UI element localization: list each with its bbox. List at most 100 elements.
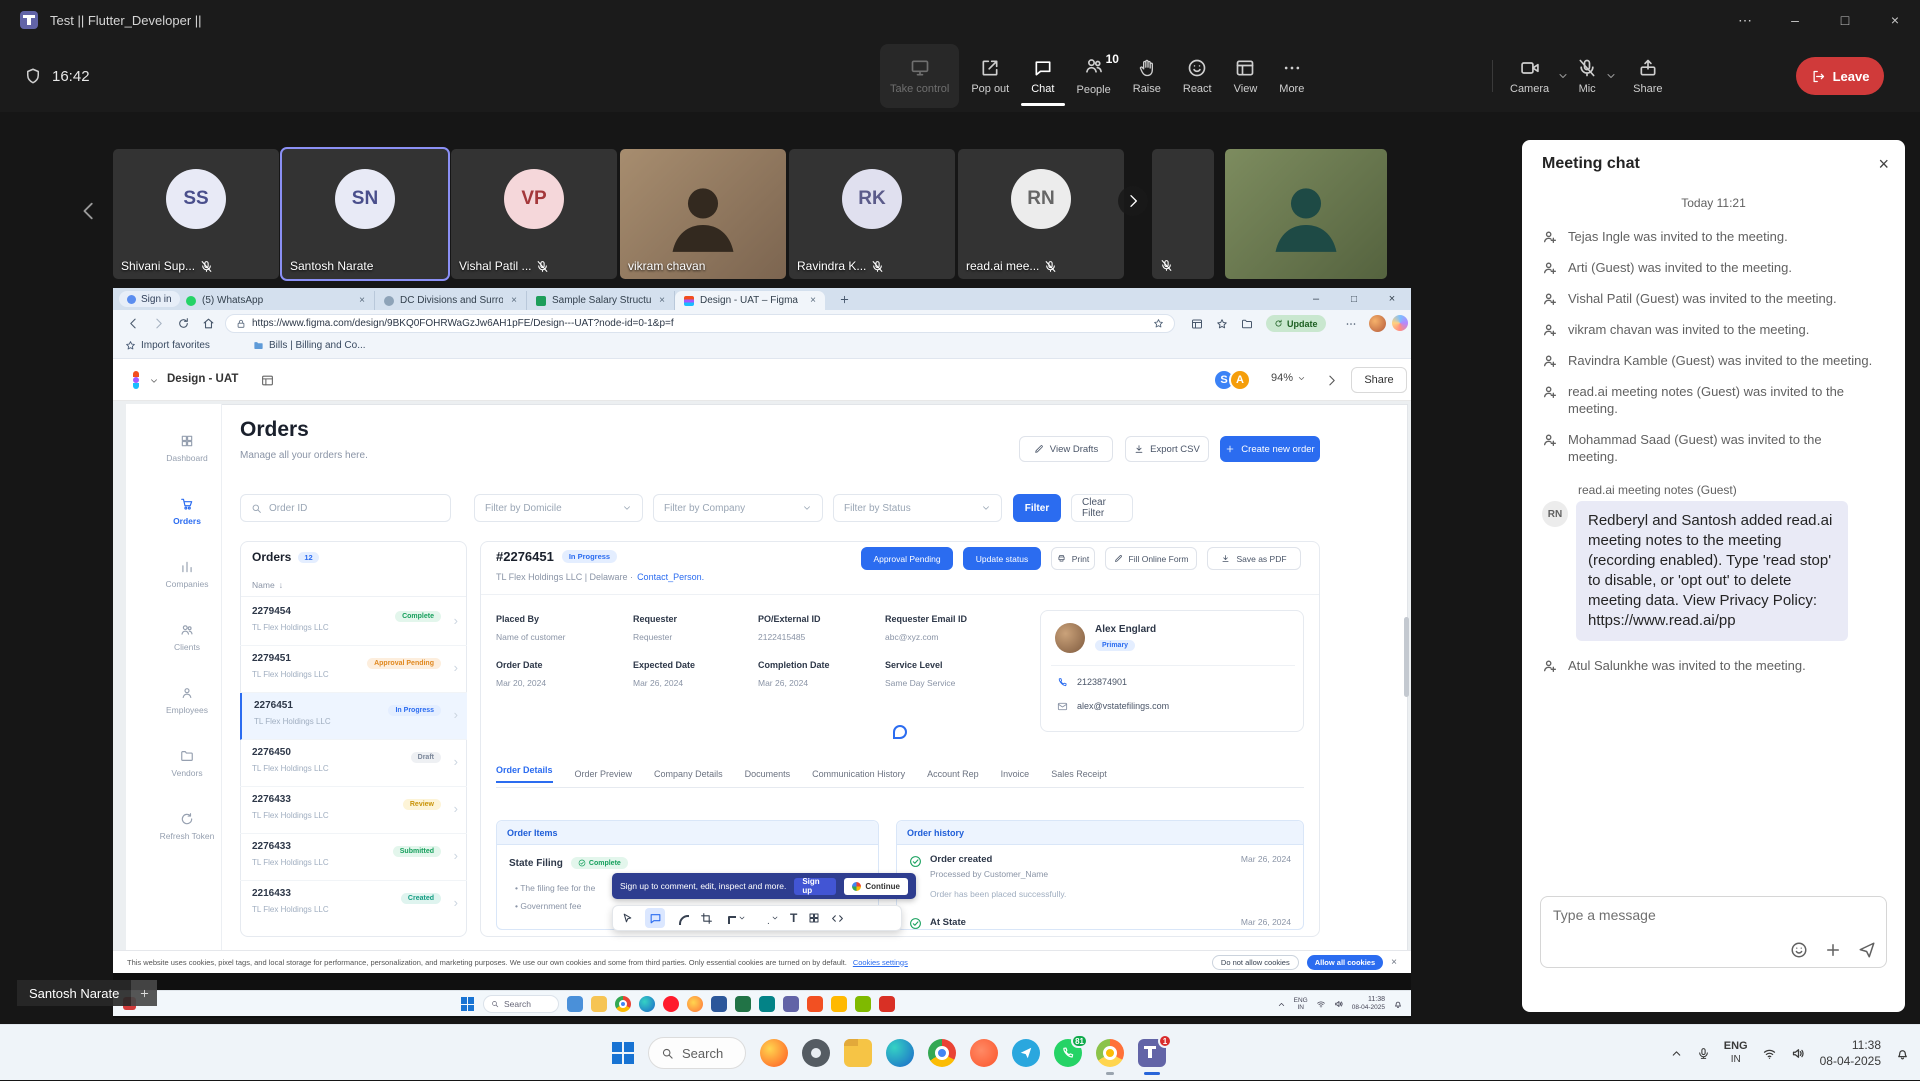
figma-file-name[interactable]: Design - UAT xyxy=(167,373,238,385)
camera-dropdown-icon[interactable] xyxy=(1557,70,1569,82)
fill-online-form-button[interactable]: Fill Online Form xyxy=(1105,547,1197,570)
message-input[interactable]: Type a message xyxy=(1540,896,1887,968)
sidebar-item-clients[interactable]: Clients xyxy=(139,623,235,652)
google-continue-button[interactable]: Continue xyxy=(844,878,908,895)
shared-notifications-icon[interactable] xyxy=(1393,999,1403,1009)
tab-order-preview[interactable]: Order Preview xyxy=(575,769,633,779)
figma-menu-icon[interactable] xyxy=(133,371,145,389)
back-icon[interactable] xyxy=(127,317,140,330)
browser-profile-avatar[interactable] xyxy=(1369,315,1386,332)
shared-tray-chevron-icon[interactable] xyxy=(1277,1000,1286,1009)
browser-update-button[interactable]: Update xyxy=(1266,315,1326,332)
strip-scroll-left-icon[interactable] xyxy=(78,200,100,222)
shared-app-icon[interactable] xyxy=(783,996,799,1012)
ellipse-tool-icon[interactable] xyxy=(676,912,689,925)
save-as-pdf-button[interactable]: Save as PDF xyxy=(1207,547,1301,570)
order-id-input[interactable]: Order ID xyxy=(240,494,451,522)
raise-button[interactable]: Raise xyxy=(1123,44,1171,108)
name-column-header[interactable]: Name xyxy=(252,580,275,590)
order-row[interactable]: 2216433 TL Flex Holdings LLC Created › xyxy=(240,881,467,928)
url-field[interactable]: https://www.figma.com/design/9BKQ0FOHRWa… xyxy=(225,314,1175,333)
chat-message-list[interactable]: Tejas Ingle was invited to the meeting. … xyxy=(1522,228,1905,884)
participant-tile[interactable]: RN read.ai mee... xyxy=(958,149,1124,279)
shared-app-icon[interactable] xyxy=(567,996,583,1012)
connector-tool-chevron-icon[interactable] xyxy=(771,914,779,922)
tab-company-details[interactable]: Company Details xyxy=(654,769,723,779)
comment-tool-active[interactable] xyxy=(645,908,665,928)
tab-communication-history[interactable]: Communication History xyxy=(812,769,905,779)
chrome-beta-icon[interactable] xyxy=(1096,1039,1124,1067)
crop-tool-icon[interactable] xyxy=(700,912,713,925)
sidebar-item-employees[interactable]: Employees xyxy=(139,686,235,715)
reload-icon[interactable] xyxy=(177,317,190,330)
browser-menu-icon[interactable] xyxy=(1345,318,1357,330)
maximize-button[interactable]: □ xyxy=(1820,0,1870,40)
language-label[interactable]: ENG xyxy=(1724,1040,1748,1053)
clear-filter-button[interactable]: Clear Filter xyxy=(1071,494,1133,522)
participant-tile[interactable]: SS Shivani Sup... xyxy=(113,149,279,279)
create-new-order-button[interactable]: Create new order xyxy=(1220,436,1320,462)
deny-cookies-button[interactable]: Do not allow cookies xyxy=(1212,955,1299,970)
emoji-icon[interactable] xyxy=(1790,941,1808,959)
send-icon[interactable] xyxy=(1858,941,1876,959)
view-drafts-button[interactable]: View Drafts xyxy=(1019,436,1113,462)
tab-sales-receipt[interactable]: Sales Receipt xyxy=(1051,769,1107,779)
shared-region-label[interactable]: IN xyxy=(1297,1004,1304,1011)
copilot-icon[interactable] xyxy=(1392,315,1408,331)
text-tool-icon[interactable]: T xyxy=(790,911,797,925)
shared-app-icon[interactable] xyxy=(663,996,679,1012)
filter-domicile-select[interactable]: Filter by Domicile xyxy=(474,494,643,522)
shared-app-icon[interactable] xyxy=(639,996,655,1012)
shared-start-icon[interactable] xyxy=(461,997,475,1011)
order-row[interactable]: 2276450 TL Flex Holdings LLC Draft › xyxy=(240,740,467,787)
participant-tile[interactable] xyxy=(1225,149,1387,279)
sidebar-item-orders[interactable]: Orders xyxy=(139,497,235,526)
brave-icon[interactable] xyxy=(970,1039,998,1067)
tray-chevron-icon[interactable] xyxy=(1670,1047,1683,1060)
contact-person-link[interactable]: Contact_Person. xyxy=(637,572,704,582)
teams-icon[interactable]: 1 xyxy=(1138,1039,1166,1067)
favorite-star-icon[interactable] xyxy=(1153,318,1164,329)
browser-tab[interactable]: (5) WhatsApp × xyxy=(177,291,375,310)
shared-app-icon[interactable] xyxy=(831,996,847,1012)
export-csv-button[interactable]: Export CSV xyxy=(1125,436,1209,462)
file-explorer-icon[interactable] xyxy=(844,1039,872,1067)
edge-icon[interactable] xyxy=(886,1039,914,1067)
sidebar-item-vendors[interactable]: Vendors xyxy=(139,749,235,778)
move-tool-icon[interactable] xyxy=(621,912,634,925)
mic-dropdown-icon[interactable] xyxy=(1605,70,1617,82)
update-status-button[interactable]: Update status xyxy=(963,547,1041,570)
bookmark-item[interactable]: Bills | Billing and Co... xyxy=(253,340,366,351)
shared-app-icon[interactable] xyxy=(687,996,703,1012)
sidebar-item-dashboard[interactable]: Dashboard xyxy=(139,434,235,463)
order-row[interactable]: 2276433 TL Flex Holdings LLC Review › xyxy=(240,787,467,834)
notifications-bell-icon[interactable] xyxy=(1895,1046,1910,1061)
filter-button[interactable]: Filter xyxy=(1013,494,1061,522)
connector-tool-icon[interactable] xyxy=(757,912,769,924)
minimize-button[interactable]: – xyxy=(1770,0,1820,40)
chat-close-icon[interactable]: × xyxy=(1878,154,1889,175)
shared-app-icon[interactable] xyxy=(735,996,751,1012)
taskbar-search-box[interactable]: Search xyxy=(648,1037,746,1069)
tab-documents[interactable]: Documents xyxy=(745,769,791,779)
participant-tile-partial[interactable] xyxy=(1152,149,1214,279)
bookmark-item[interactable]: Import favorites xyxy=(125,340,210,351)
shared-date[interactable]: 08-04-2025 xyxy=(1352,1004,1385,1012)
pop-out-button[interactable]: Pop out xyxy=(961,44,1019,108)
tab-account-rep[interactable]: Account Rep xyxy=(927,769,979,779)
participant-tile[interactable]: vikram chavan xyxy=(620,149,786,279)
tab-order-details[interactable]: Order Details xyxy=(496,765,553,783)
whatsapp-icon[interactable]: 81 xyxy=(1054,1039,1082,1067)
shared-lang-label[interactable]: ENG xyxy=(1294,997,1308,1004)
code-tool-icon[interactable] xyxy=(831,912,844,925)
shared-app-icon[interactable] xyxy=(711,996,727,1012)
print-button[interactable]: Print xyxy=(1051,547,1095,570)
allow-cookies-button[interactable]: Allow all cookies xyxy=(1307,955,1383,970)
filter-status-select[interactable]: Filter by Status xyxy=(833,494,1002,522)
chrome-icon[interactable] xyxy=(928,1039,956,1067)
chat-button[interactable]: Chat xyxy=(1021,44,1064,108)
shared-search-box[interactable]: Search xyxy=(483,995,559,1013)
present-icon[interactable] xyxy=(1325,374,1338,387)
participant-tile[interactable]: RK Ravindra K... xyxy=(789,149,955,279)
sidebar-item-refresh-token[interactable]: Refresh Token xyxy=(139,812,235,841)
